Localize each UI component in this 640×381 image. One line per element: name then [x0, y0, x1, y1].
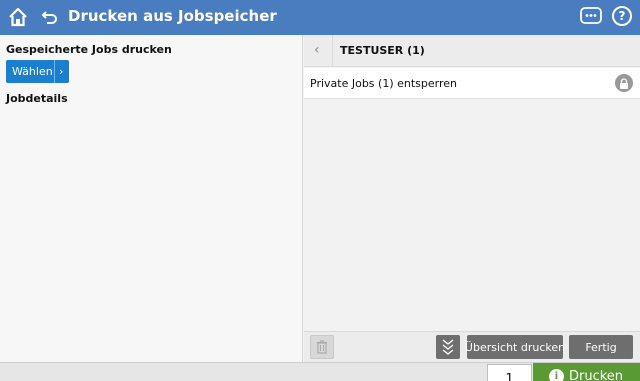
user-name: TESTUSER (1) — [340, 44, 425, 57]
job-details-label: Jobdetails — [6, 92, 68, 105]
message-icon — [580, 7, 602, 24]
saved-jobs-label: Gespeicherte Jobs drucken — [6, 43, 172, 56]
back-arrow-icon — [41, 11, 57, 24]
trash-icon — [317, 340, 327, 354]
chevron-right-icon: › — [59, 65, 64, 78]
title-bar: Drucken aus Jobspeicher ? — [0, 0, 640, 35]
chevron-left-icon[interactable]: ‹ — [314, 42, 326, 60]
private-jobs-row[interactable]: Private Jobs (1) entsperren — [304, 68, 640, 99]
messages-button[interactable] — [580, 7, 602, 27]
job-toolbar: Übersicht drucken Fertig — [304, 331, 640, 362]
select-button-label: Wählen — [12, 65, 53, 78]
footer-bar: 1 i Drucken — [0, 362, 640, 381]
delete-button[interactable] — [310, 335, 334, 359]
back-button[interactable] — [40, 7, 60, 27]
page-title: Drucken aus Jobspeicher — [68, 7, 277, 25]
info-icon: i — [549, 369, 564, 381]
divider — [332, 35, 333, 67]
copies-field[interactable]: 1 — [487, 364, 532, 381]
home-button[interactable] — [7, 5, 29, 29]
print-button[interactable]: i Drucken — [533, 363, 640, 381]
user-bar: ‹ TESTUSER (1) — [304, 35, 640, 67]
print-button-label: Drucken — [569, 369, 624, 381]
lock-icon — [615, 74, 633, 92]
scroll-down-button[interactable] — [436, 335, 460, 359]
done-button[interactable]: Fertig — [569, 335, 633, 359]
private-jobs-label: Private Jobs (1) entsperren — [310, 77, 457, 90]
double-chevron-down-icon — [442, 339, 454, 355]
print-overview-button[interactable]: Übersicht drucken — [465, 335, 565, 359]
help-icon: ? — [618, 9, 626, 23]
home-icon — [9, 7, 27, 27]
left-panel: Gespeicherte Jobs drucken Wählen › Jobde… — [0, 35, 303, 362]
select-button[interactable]: Wählen › — [6, 60, 69, 83]
right-panel: ‹ TESTUSER (1) Private Jobs (1) entsperr… — [304, 35, 640, 331]
help-button[interactable]: ? — [612, 6, 632, 26]
